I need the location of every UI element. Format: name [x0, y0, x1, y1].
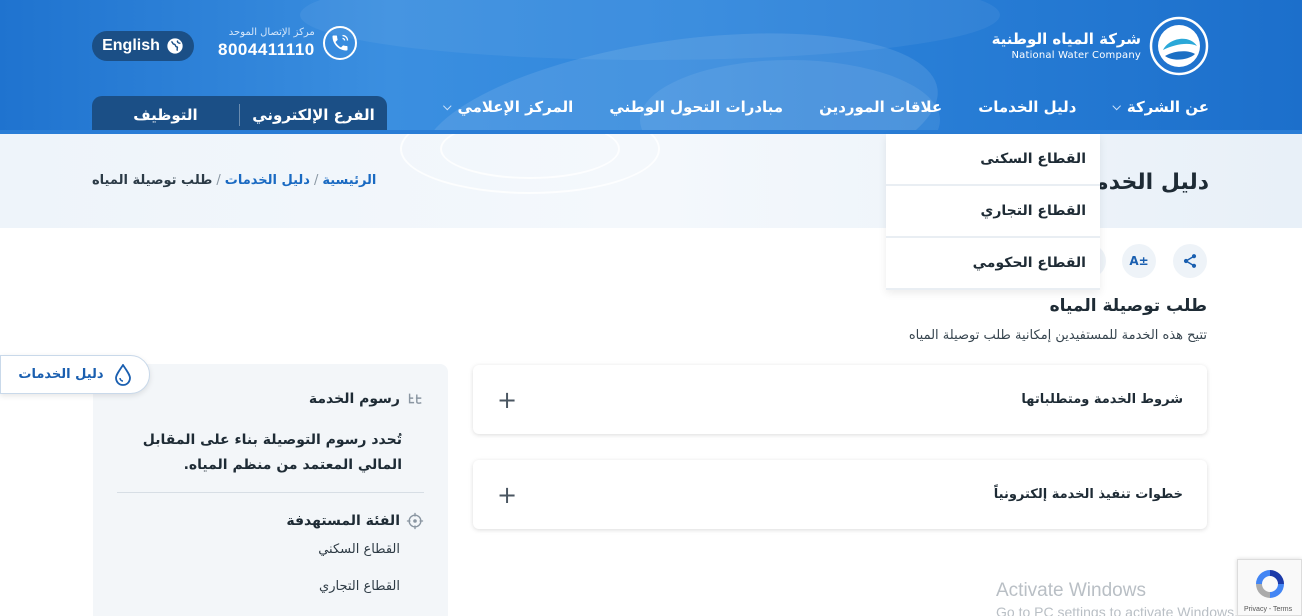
services-guide-floating-button[interactable]: دليل الخدمات — [0, 355, 150, 394]
services-guide-dropdown: القطاع السكنى القطاع التجاري القطاع الحك… — [886, 134, 1100, 290]
guide-label: دليل الخدمات — [18, 367, 104, 382]
logo-text-english: National Water Company — [1011, 50, 1141, 62]
globe-icon — [167, 38, 183, 54]
riyal-icon — [408, 393, 422, 404]
language-switch-button[interactable]: English — [92, 31, 194, 61]
nav-item-label: عن الشركة — [1126, 98, 1209, 116]
recaptcha-links[interactable]: Privacy - Terms — [1244, 606, 1292, 613]
service-title: طلب توصيلة المياه — [1049, 296, 1207, 316]
fees-title-text: رسوم الخدمة — [308, 391, 400, 407]
fees-section-title: رسوم الخدمة — [309, 391, 424, 407]
list-item: القطاع التجاري — [319, 579, 400, 594]
nav-item-label: دليل الخدمات — [978, 98, 1077, 116]
nav-item-media-center[interactable]: المركز الإعلامي ⌵ — [407, 98, 573, 116]
dropdown-item-commercial[interactable]: القطاع التجاري — [886, 186, 1100, 238]
audience-title-text: الفئة المستهدفة — [286, 513, 400, 529]
service-info-card: رسوم الخدمة تُحدد رسوم التوصيلة بناء على… — [93, 364, 448, 616]
breadcrumb-current: طلب توصيلة المياه — [92, 173, 213, 188]
call-center-label: مركز الإتصال الموحد — [228, 26, 315, 38]
phone-icon — [322, 26, 357, 60]
list-item: القطاع السكني — [318, 542, 400, 557]
service-description: تتيح هذه الخدمة للمستفيدين إمكانية طلب ت… — [908, 328, 1207, 343]
dropdown-item-residential[interactable]: القطاع السكنى — [886, 134, 1100, 186]
audience-section-title: الفئة المستهدفة — [286, 512, 424, 530]
recaptcha-icon — [1256, 570, 1284, 598]
site-header: شركة المياه الوطنية National Water Compa… — [0, 0, 1302, 134]
watermark-title: Activate Windows — [996, 580, 1146, 601]
breadcrumb: الرئيسية / دليل الخدمات / طلب توصيلة الم… — [92, 173, 376, 188]
logo-text-arabic: شركة المياه الوطنية — [991, 29, 1141, 48]
share-button[interactable] — [1173, 244, 1207, 278]
fees-text: تُحدد رسوم التوصيلة بناء على المقابل الم… — [142, 432, 402, 473]
call-center-number[interactable]: 8004411110 — [218, 40, 315, 60]
tab-e-branch[interactable]: الفرع الإلكتروني — [240, 106, 387, 124]
audience-list: القطاع السكني القطاع التجاري — [318, 542, 400, 616]
nav-item-about[interactable]: عن الشركة ⌵ — [1077, 98, 1210, 116]
nav-item-label: مبادرات التحول الوطني — [609, 98, 784, 116]
language-label: English — [102, 37, 160, 54]
nav-item-services-guide[interactable]: دليل الخدمات — [942, 98, 1076, 116]
dropdown-item-government[interactable]: القطاع الحكومي — [886, 238, 1100, 290]
target-icon — [406, 512, 424, 530]
nav-item-label: علاقات الموردين — [819, 98, 943, 116]
font-size-icon: A± — [1129, 254, 1149, 268]
water-drop-logo-icon — [1149, 16, 1209, 76]
plus-icon: + — [497, 385, 518, 414]
share-icon — [1183, 254, 1197, 268]
breadcrumb-services-guide[interactable]: دليل الخدمات — [225, 173, 310, 188]
windows-activation-watermark: Activate Windows Go to PC settings to ac… — [996, 580, 1238, 616]
recaptcha-badge[interactable]: Privacy - Terms — [1237, 559, 1302, 616]
call-center[interactable]: مركز الإتصال الموحد 8004411110 — [218, 26, 357, 60]
chevron-down-icon: ⌵ — [443, 100, 452, 113]
tab-careers[interactable]: التوظيف — [92, 106, 239, 124]
nav-item-national-transformation[interactable]: مبادرات التحول الوطني — [573, 98, 783, 116]
plus-icon: + — [497, 480, 518, 509]
nav-item-supplier-relations[interactable]: علاقات الموردين — [783, 98, 942, 116]
chevron-down-icon: ⌵ — [1112, 100, 1121, 113]
divider — [117, 492, 424, 493]
main-nav: عن الشركة ⌵ دليل الخدمات علاقات الموردين… — [407, 98, 1209, 116]
watermark-subtitle: Go to PC settings to activate Windows. — [996, 604, 1238, 616]
font-size-button[interactable]: A± — [1122, 244, 1156, 278]
water-drop-icon — [114, 363, 131, 386]
accordion-service-conditions[interactable]: شروط الخدمة ومتطلباتها + — [473, 365, 1207, 434]
breadcrumb-separator: / — [216, 173, 221, 188]
breadcrumb-home[interactable]: الرئيسية — [322, 173, 376, 188]
accordion-label: شروط الخدمة ومتطلباتها — [1021, 392, 1183, 407]
divider — [239, 104, 240, 126]
company-logo[interactable]: شركة المياه الوطنية National Water Compa… — [992, 16, 1209, 76]
accordion-label: خطوات تنفيذ الخدمة إلكترونياً — [993, 487, 1183, 502]
breadcrumb-separator: / — [313, 173, 319, 188]
quick-links: الفرع الإلكتروني التوظيف — [92, 96, 387, 134]
nav-item-label: المركز الإعلامي — [457, 98, 574, 116]
accordion-online-steps[interactable]: خطوات تنفيذ الخدمة إلكترونياً + — [473, 460, 1207, 529]
